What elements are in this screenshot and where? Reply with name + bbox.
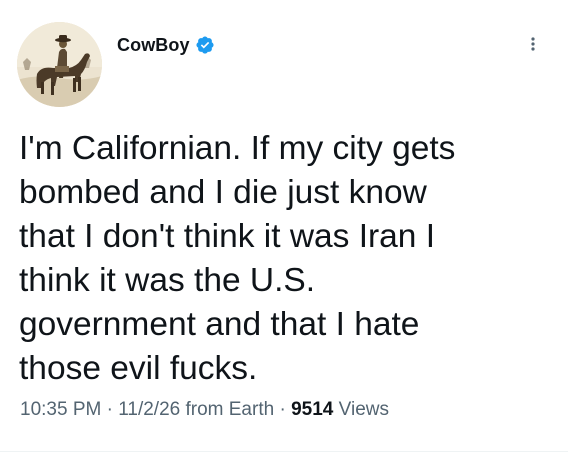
tweet-metadata: 10:35 PM · 11/2/26 from Earth · 9514 Vie… <box>20 399 389 421</box>
verified-badge-icon[interactable] <box>195 35 215 55</box>
avatar[interactable] <box>17 22 102 107</box>
cowboy-on-horse-avatar-icon <box>17 22 102 107</box>
more-options-icon[interactable] <box>528 34 538 54</box>
author-display-name[interactable]: CowBoy <box>117 35 190 56</box>
tweet-text: I'm Californian. If my city gets bombed … <box>19 130 456 387</box>
tweet-time[interactable]: 10:35 PM <box>20 399 101 420</box>
meta-separator: · <box>279 399 286 420</box>
author-name-row: CowBoy <box>117 34 215 56</box>
tweet-source: from Earth <box>185 399 275 420</box>
divider <box>0 451 568 452</box>
meta-separator: · <box>106 399 113 420</box>
views-count[interactable]: 9514 <box>291 399 333 420</box>
tweet-date[interactable]: 11/2/26 <box>118 399 180 420</box>
views-label: Views <box>338 399 389 420</box>
tweet: CowBoy I'm Californian. If my city gets … <box>0 0 568 454</box>
